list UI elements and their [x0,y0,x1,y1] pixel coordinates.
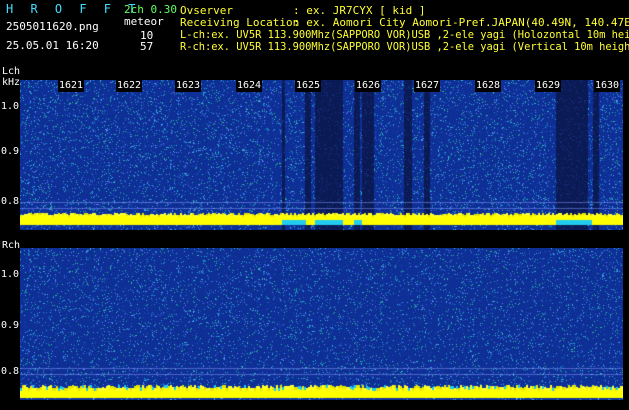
rch-meteor-count: 57 [140,40,154,53]
lch-tick-2: 0.9 [1,146,20,157]
filename-label: 2505011620.png [6,20,99,33]
rch-channel-label: Rch [2,240,21,251]
lch-description: L-ch:ex. UV5R 113.900Mhz(SAPPORO VOR)USB… [180,29,629,41]
datetime-label: 25.05.01 16:20 [6,39,99,52]
rch-description: R-ch:ex. UV5R 113.900Mhz(SAPPORO VOR)USB… [180,41,629,53]
lch-unit-label: kHz [2,77,21,88]
time-tick: 1627 [414,80,441,92]
lch-tick-3: 0.8 [1,196,20,207]
time-tick: 1626 [355,80,382,92]
lch-spectrogram-canvas [20,80,623,230]
location-value: : ex. Aomori City Aomori-Pref.JAPAN(40.4… [293,16,629,29]
location-label: Receiving Location [180,16,300,29]
meteor-label: meteor [124,15,164,28]
app-brand: H R O F F T [6,2,141,16]
time-tick: 1625 [295,80,322,92]
lch-spectrogram [20,80,623,230]
time-tick: 1630 [594,80,621,92]
time-tick: 1623 [175,80,202,92]
rch-spectrogram-canvas [20,248,623,400]
rch-tick-2: 0.9 [1,320,20,331]
rch-tick-1: 1.0 [1,269,20,280]
time-tick: 1624 [236,80,263,92]
time-tick: 1622 [116,80,143,92]
time-tick: 1628 [475,80,502,92]
rch-spectrogram [20,248,623,400]
rch-tick-3: 0.8 [1,366,20,377]
time-tick: 1621 [58,80,85,92]
lch-tick-1: 1.0 [1,101,20,112]
time-tick: 1629 [535,80,562,92]
